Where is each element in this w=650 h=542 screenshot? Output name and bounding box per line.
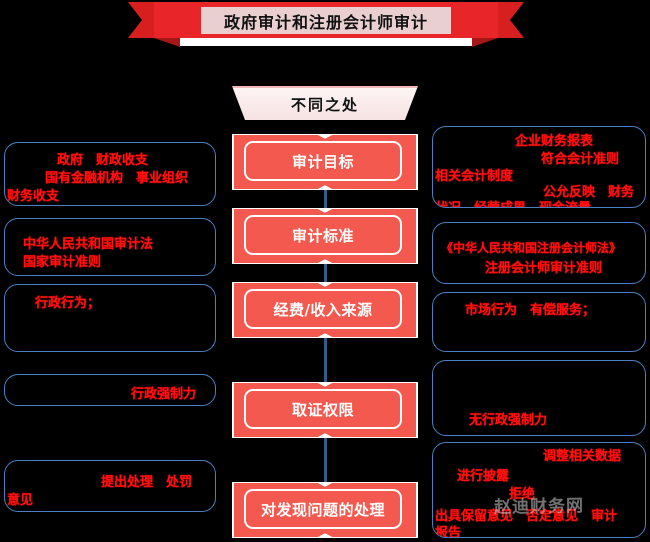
node-inner-border: 经费/收入来源: [244, 289, 402, 329]
node-label: 审计目标: [291, 152, 354, 171]
connector-3: [324, 338, 327, 382]
connector-1: [324, 190, 327, 208]
node-inner-border: 审计目标: [244, 141, 402, 181]
panel-line: 行政强制力: [131, 387, 197, 402]
subtitle-plate: 不同之处: [232, 86, 418, 120]
connector-4: [324, 438, 327, 482]
panel-line: 相关会计制度: [435, 169, 514, 184]
node-label: 取证权限: [291, 400, 354, 419]
left-panel-2[interactable]: 中华人民共和国审计法 国家审计准则: [4, 218, 216, 276]
ribbon-shadow: [180, 38, 472, 46]
node-funding-source[interactable]: 经费/收入来源: [232, 282, 418, 338]
right-panel-5[interactable]: 调整相关数据 进行披露 拒绝 出具保留意见 否定意见 审计 报告: [432, 442, 646, 538]
ribbon-fold-right: [472, 38, 498, 47]
page-title: 政府审计和注册会计师审计: [223, 12, 428, 32]
panel-line: 意见: [7, 493, 34, 508]
node-inner-border: 取证权限: [244, 389, 402, 429]
panel-line: 国有金融机构 事业组织: [45, 171, 189, 186]
panel-line: 提出处理 处罚: [101, 475, 193, 490]
right-panel-1[interactable]: 企业财务报表 符合会计准则 相关会计制度 公允反映 财务 状况 经营成果 现金流…: [432, 126, 646, 208]
subtitle-text: 不同之处: [290, 95, 359, 114]
panel-line: 无行政强制力: [469, 413, 548, 428]
panel-line: 财务收支: [7, 189, 60, 204]
node-inner-border: 审计标准: [244, 215, 402, 255]
left-panel-5[interactable]: 提出处理 处罚 意见: [4, 460, 216, 512]
panel-line: 政府 财政收支: [57, 153, 149, 168]
panel-line: 状况 经营成果 现金流量: [435, 197, 591, 207]
node-audit-objective[interactable]: 审计目标: [232, 134, 418, 190]
slide-canvas: 政府审计和注册会计师审计 不同之处 审计目标 审计标准 经费/收入来源 取证权限…: [0, 0, 650, 542]
right-panel-4[interactable]: 无行政强制力: [432, 360, 646, 436]
panel-line: 国家审计准则: [23, 255, 102, 270]
node-label: 对发现问题的处理: [260, 500, 385, 519]
node-evidence-authority[interactable]: 取证权限: [232, 382, 418, 438]
connector-2: [324, 264, 327, 282]
node-audit-standard[interactable]: 审计标准: [232, 208, 418, 264]
node-label: 经费/收入来源: [273, 300, 373, 319]
left-panel-3[interactable]: 行政行为；: [4, 284, 216, 352]
left-panel-4[interactable]: 行政强制力: [4, 374, 216, 406]
panel-line: 市场行为 有偿服务；: [465, 303, 596, 318]
panel-line: 调整相关数据: [543, 449, 622, 464]
ribbon-fold-left: [154, 38, 180, 47]
panel-line: 注册会计师审计准则: [485, 261, 603, 276]
panel-line: 中华人民共和国审计法: [23, 237, 154, 252]
panel-line: 《中华人民共和国注册会计师法》: [441, 241, 622, 255]
panel-line: 出具保留意见 否定意见 审计: [435, 509, 618, 524]
panel-line: 符合会计准则: [541, 152, 620, 167]
node-issue-handling[interactable]: 对发现问题的处理: [232, 482, 418, 538]
node-label: 审计标准: [291, 226, 354, 245]
title-banner: 政府审计和注册会计师审计: [128, 2, 524, 48]
left-panel-1[interactable]: 政府 财政收支 国有金融机构 事业组织 财务收支: [4, 142, 216, 206]
right-panel-3[interactable]: 市场行为 有偿服务；: [432, 292, 646, 352]
panel-line: 拒绝: [509, 487, 536, 502]
panel-line: 报告: [435, 526, 462, 538]
right-panel-2[interactable]: 《中华人民共和国注册会计师法》 注册会计师审计准则: [432, 222, 646, 284]
banner-inner-plate: 政府审计和注册会计师审计: [201, 7, 451, 34]
panel-line: 进行披露: [457, 469, 510, 484]
node-inner-border: 对发现问题的处理: [244, 489, 402, 529]
panel-line: 企业财务报表: [515, 134, 594, 149]
panel-line: 行政行为；: [35, 296, 101, 311]
